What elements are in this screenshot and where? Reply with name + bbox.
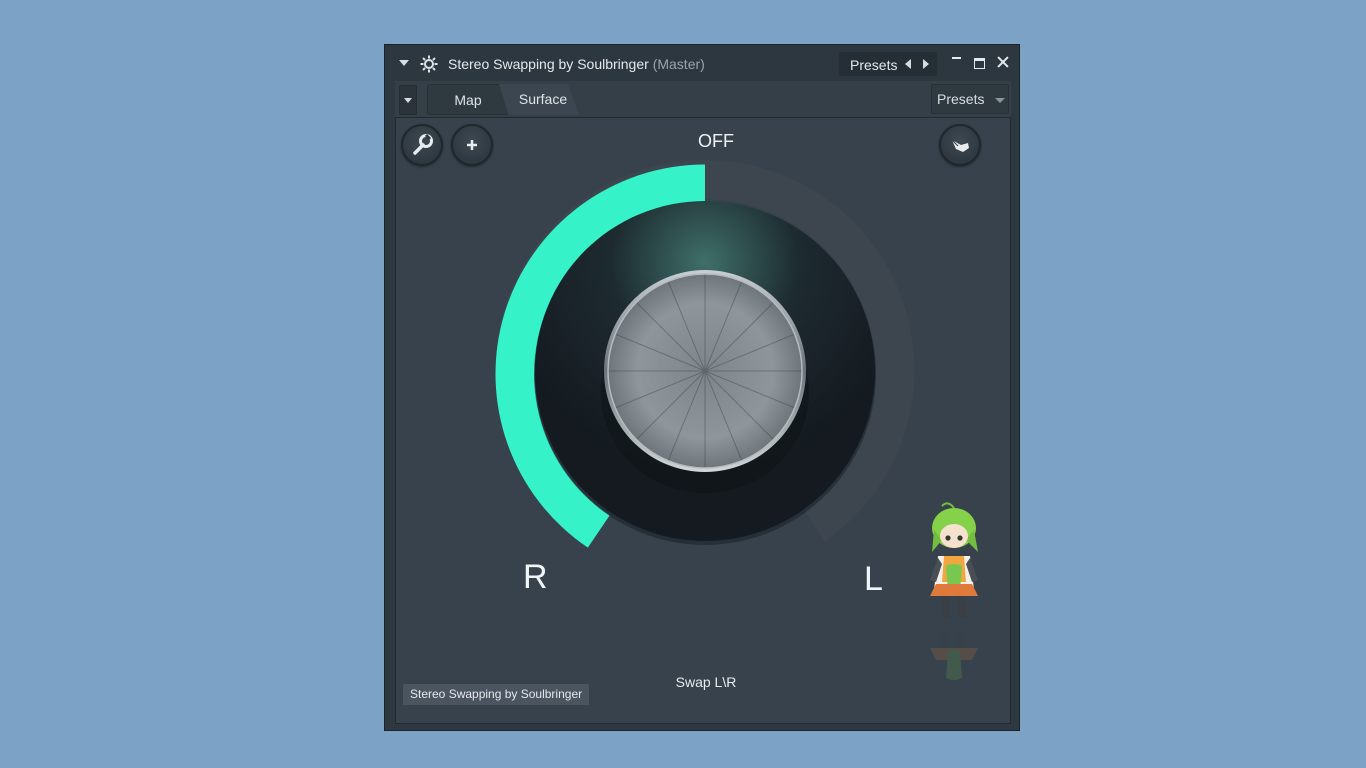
plugin-title: Stereo Swapping by Soulbringer — [448, 56, 649, 72]
status-readout: OFF — [698, 131, 734, 151]
plugin-window: Stereo Swapping by Soulbringer (Master) … — [384, 44, 1020, 731]
title-bar[interactable]: Stereo Swapping by Soulbringer (Master) … — [385, 45, 1019, 81]
touch-mode-button[interactable] — [939, 124, 981, 166]
presets-label[interactable]: Presets — [850, 57, 897, 73]
hand-pointer-icon — [951, 139, 969, 152]
presets-dropdown-label[interactable]: Presets — [937, 91, 984, 107]
parameter-label: Swap L\R — [675, 674, 737, 690]
maximize-icon[interactable] — [973, 55, 987, 69]
wrench-icon — [413, 133, 433, 155]
gear-icon[interactable] — [419, 54, 439, 74]
close-icon[interactable] — [996, 55, 1010, 69]
prev-preset-icon[interactable] — [905, 59, 911, 69]
chevron-down-icon — [995, 98, 1005, 103]
titlebar-presets[interactable]: Presets — [839, 52, 937, 76]
knob-max-label: L — [864, 560, 883, 598]
plus-icon — [467, 140, 477, 150]
minimize-icon[interactable] — [950, 55, 964, 69]
tab-map[interactable]: Map — [427, 84, 509, 115]
collapse-arrow-icon[interactable] — [399, 60, 409, 66]
mascot-character-image — [930, 502, 978, 680]
mixer-track-label: (Master) — [652, 56, 705, 72]
next-preset-icon[interactable] — [923, 59, 929, 69]
options-dropdown-button[interactable] — [399, 85, 417, 115]
window-title: Stereo Swapping by Soulbringer (Master) — [448, 56, 705, 72]
add-button[interactable] — [451, 124, 493, 166]
presets-dropdown[interactable]: Presets — [931, 84, 1009, 114]
swap-knob[interactable] — [491, 159, 923, 589]
plugin-name-tag: Stereo Swapping by Soulbringer — [403, 684, 590, 705]
plugin-toolbar: Map Surface Presets — [395, 81, 1011, 117]
surface-panel: OFF R L Swap L\R Stereo Swapping by Soul… — [395, 117, 1011, 724]
wrench-button[interactable] — [401, 124, 443, 166]
knob-min-label: R — [523, 558, 548, 596]
tab-surface[interactable]: Surface — [499, 84, 579, 115]
